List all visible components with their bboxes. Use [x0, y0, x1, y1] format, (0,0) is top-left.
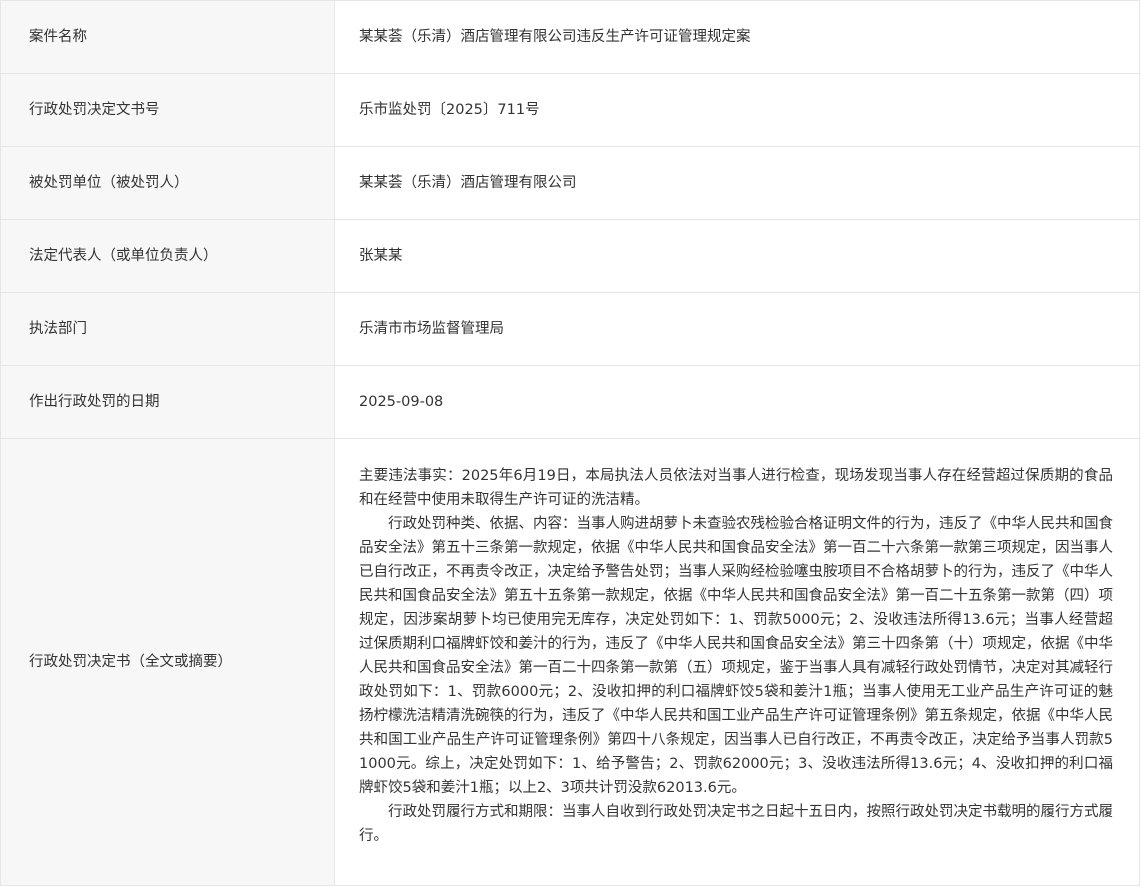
legal-representative-value: 张某某 — [334, 219, 1140, 293]
row-legal-representative: 法定代表人（或单位负责人） 张某某 — [0, 219, 1140, 293]
case-name-label: 案件名称 — [0, 0, 335, 74]
row-decision-date: 作出行政处罚的日期 2025-09-08 — [0, 365, 1140, 439]
enforcement-department-label: 执法部门 — [0, 292, 335, 366]
enforcement-department-value: 乐清市市场监督管理局 — [334, 292, 1140, 366]
fulfillment-paragraph: 行政处罚履行方式和期限：当事人自收到行政处罚决定书之日起十五日内，按照行政处罚决… — [359, 804, 1113, 844]
penalized-party-label: 被处罚单位（被处罚人） — [0, 146, 335, 220]
decision-document-label: 行政处罚决定书（全文或摘要） — [0, 438, 335, 886]
legal-representative-label: 法定代表人（或单位负责人） — [0, 219, 335, 293]
row-document-number: 行政处罚决定文书号 乐市监处罚〔2025〕711号 — [0, 73, 1140, 147]
case-name-value: 某某荟（乐清）酒店管理有限公司违反生产许可证管理规定案 — [334, 0, 1140, 74]
case-info-table: 案件名称 某某荟（乐清）酒店管理有限公司违反生产许可证管理规定案 行政处罚决定文… — [0, 0, 1140, 886]
decision-date-value: 2025-09-08 — [334, 365, 1140, 439]
row-penalized-party: 被处罚单位（被处罚人） 某某荟（乐清）酒店管理有限公司 — [0, 146, 1140, 220]
decision-date-label: 作出行政处罚的日期 — [0, 365, 335, 439]
document-number-label: 行政处罚决定文书号 — [0, 73, 335, 147]
row-decision-document: 行政处罚决定书（全文或摘要） 主要违法事实：2025年6月19日，本局执法人员依… — [0, 438, 1140, 886]
row-case-name: 案件名称 某某荟（乐清）酒店管理有限公司违反生产许可证管理规定案 — [0, 0, 1140, 74]
decision-document-content: 主要违法事实：2025年6月19日，本局执法人员依法对当事人进行检查，现场发现当… — [334, 438, 1140, 886]
document-number-value: 乐市监处罚〔2025〕711号 — [334, 73, 1140, 147]
row-enforcement-department: 执法部门 乐清市市场监督管理局 — [0, 292, 1140, 366]
penalized-party-value: 某某荟（乐清）酒店管理有限公司 — [334, 146, 1140, 220]
penalty-content-paragraph: 行政处罚种类、依据、内容：当事人购进胡萝卜未查验农残检验合格证明文件的行为，违反… — [359, 516, 1113, 796]
violation-facts-paragraph: 主要违法事实：2025年6月19日，本局执法人员依法对当事人进行检查，现场发现当… — [359, 468, 1113, 508]
